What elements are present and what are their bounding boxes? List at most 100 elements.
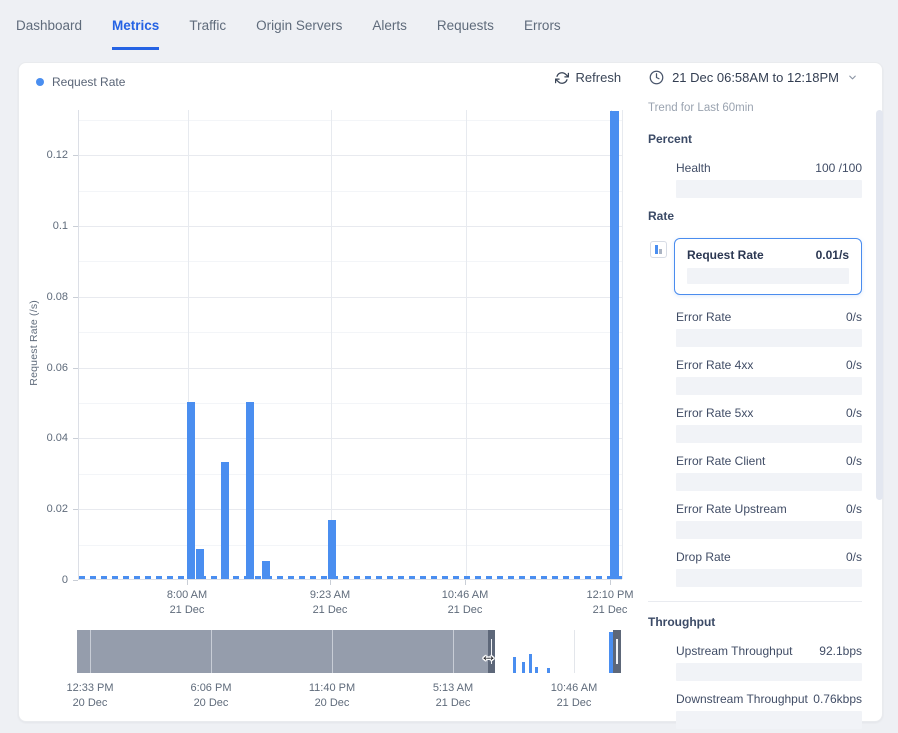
metric-header: Upstream Throughput92.1bps [676, 644, 862, 658]
date-range-picker[interactable]: 21 Dec 06:58AM to 12:18PM [649, 70, 858, 85]
sidebar-scrollbar[interactable] [876, 110, 883, 500]
metric-label: Error Rate Upstream [676, 502, 787, 516]
brush-tick-label: 11:40 PM20 Dec [287, 681, 377, 712]
section-heading: Throughput [648, 615, 862, 629]
brush-tick-label: 6:06 PM20 Dec [166, 681, 256, 712]
tab-dashboard[interactable]: Dashboard [16, 0, 82, 50]
brush-gridline [574, 630, 575, 673]
brush-unselected-mask[interactable] [77, 630, 488, 673]
chart-legend[interactable]: Request Rate [36, 75, 125, 89]
y-tick-label: 0.02 [18, 503, 68, 515]
request-rate-bar[interactable] [246, 402, 254, 579]
metric-header: Error Rate Client 0/s [676, 454, 862, 468]
y-tick-mark [73, 438, 78, 439]
chart-type-icon[interactable] [650, 241, 667, 258]
y-tick-mark [73, 226, 78, 227]
gridline-horizontal [79, 297, 622, 298]
metric-value: 100 /100 [815, 161, 862, 175]
y-tick-mark [73, 368, 78, 369]
metric-row-error-rate-4xx[interactable]: Error Rate 4xx0/s [676, 358, 862, 395]
tab-traffic[interactable]: Traffic [189, 0, 226, 50]
metric-row-health[interactable]: Health100 /100 [676, 161, 862, 198]
legend-dot-icon [36, 78, 44, 86]
gridline-horizontal [79, 120, 622, 121]
metric-label: Request Rate [687, 248, 764, 262]
brush-timeline[interactable] [77, 630, 621, 673]
metric-header: Error Rate 4xx0/s [676, 358, 862, 372]
y-tick-label: 0.08 [18, 291, 68, 303]
tab-origin-servers[interactable]: Origin Servers [256, 0, 342, 50]
tab-requests[interactable]: Requests [437, 0, 494, 50]
request-rate-bar[interactable] [610, 111, 619, 579]
legend-label: Request Rate [52, 75, 125, 89]
gridline-horizontal [79, 438, 622, 439]
section-heading: Percent [648, 132, 862, 146]
metric-header: Health100 /100 [676, 161, 862, 175]
request-rate-bar[interactable] [187, 402, 195, 579]
metric-error-rate-4xx-wrap: Error Rate 4xx0/s [648, 358, 862, 395]
y-tick-mark [73, 580, 78, 581]
gridline-horizontal [79, 403, 622, 404]
metric-row-downstream-throughput[interactable]: Downstream Throughput0.76kbps [676, 692, 862, 729]
resize-cursor-icon: ↔ [480, 646, 497, 666]
metric-value: 0/s [846, 454, 862, 468]
request-rate-bar[interactable] [328, 520, 336, 579]
tab-metrics[interactable]: Metrics [112, 0, 159, 50]
plot-area[interactable] [78, 110, 622, 580]
brush-bar [547, 668, 550, 673]
tab-alerts[interactable]: Alerts [372, 0, 407, 50]
clock-icon [649, 70, 664, 85]
metrics-sidebar: Trend for Last 60min PercentHealth100 /1… [648, 102, 862, 733]
metric-error-rate-upstream-wrap: Error Rate Upstream 0/s [648, 502, 862, 539]
metric-row-error-rate[interactable]: Error Rate0/s [676, 310, 862, 347]
metric-header: Error Rate Upstream 0/s [676, 502, 862, 516]
y-tick-label: 0.1 [18, 220, 68, 232]
tab-errors[interactable]: Errors [524, 0, 561, 50]
metric-label: Drop Rate [676, 550, 731, 564]
metric-row-upstream-throughput[interactable]: Upstream Throughput92.1bps [676, 644, 862, 681]
brush-gridline [211, 630, 212, 673]
metric-row-error-rate-5xx[interactable]: Error Rate 5xx0/s [676, 406, 862, 443]
metric-label: Error Rate Client [676, 454, 765, 468]
brush-tick-label: 12:33 PM20 Dec [45, 681, 135, 712]
metric-sparkline [676, 569, 862, 587]
metric-header: Error Rate0/s [676, 310, 862, 324]
brush-handle-right[interactable] [613, 630, 621, 673]
plot-right-edge [622, 110, 623, 579]
request-rate-bar[interactable] [196, 549, 204, 579]
date-range-label: 21 Dec 06:58AM to 12:18PM [672, 70, 839, 85]
metric-value: 0/s [846, 310, 862, 324]
x-tick-mark [187, 580, 188, 585]
metric-label: Error Rate 4xx [676, 358, 753, 372]
metric-row-error-rate-upstream[interactable]: Error Rate Upstream 0/s [676, 502, 862, 539]
x-tick-mark [465, 580, 466, 585]
section-throughput: Throughput Upstream Throughput92.1bps Down… [648, 601, 862, 729]
gridline-horizontal [79, 368, 622, 369]
gridline-horizontal [79, 226, 622, 227]
metric-value: 0/s [846, 502, 862, 516]
chart-toolbar: Refresh 21 Dec 06:58AM to 12:18PM [555, 70, 858, 85]
y-tick-label: 0 [18, 574, 68, 586]
chevron-down-icon [847, 72, 858, 83]
brush-bar [522, 662, 525, 673]
metric-label: Downstream Throughput [676, 692, 808, 706]
gridline-horizontal [79, 191, 622, 192]
metric-drop-rate-wrap: Drop Rate0/s [648, 550, 862, 587]
y-tick-label: 0.06 [18, 362, 68, 374]
metric-card-request-rate[interactable]: Request Rate 0.01/s [674, 238, 862, 295]
metric-sparkline [676, 377, 862, 395]
metric-row-error-rate-client[interactable]: Error Rate Client 0/s [676, 454, 862, 491]
metric-health-wrap: Health100 /100 [648, 161, 862, 198]
metric-value: 92.1bps [819, 644, 862, 658]
metric-sparkline [676, 521, 862, 539]
metric-value: 0.01/s [816, 248, 849, 262]
refresh-label: Refresh [576, 70, 622, 85]
metric-row-drop-rate[interactable]: Drop Rate0/s [676, 550, 862, 587]
gridline-vertical [466, 110, 467, 579]
metric-header: Error Rate 5xx0/s [676, 406, 862, 420]
brush-bar [529, 654, 532, 673]
brush-tick-label: 5:13 AM21 Dec [408, 681, 498, 712]
refresh-button[interactable]: Refresh [555, 70, 622, 85]
request-rate-bar[interactable] [221, 462, 229, 579]
metric-error-rate-wrap: Error Rate0/s [648, 310, 862, 347]
